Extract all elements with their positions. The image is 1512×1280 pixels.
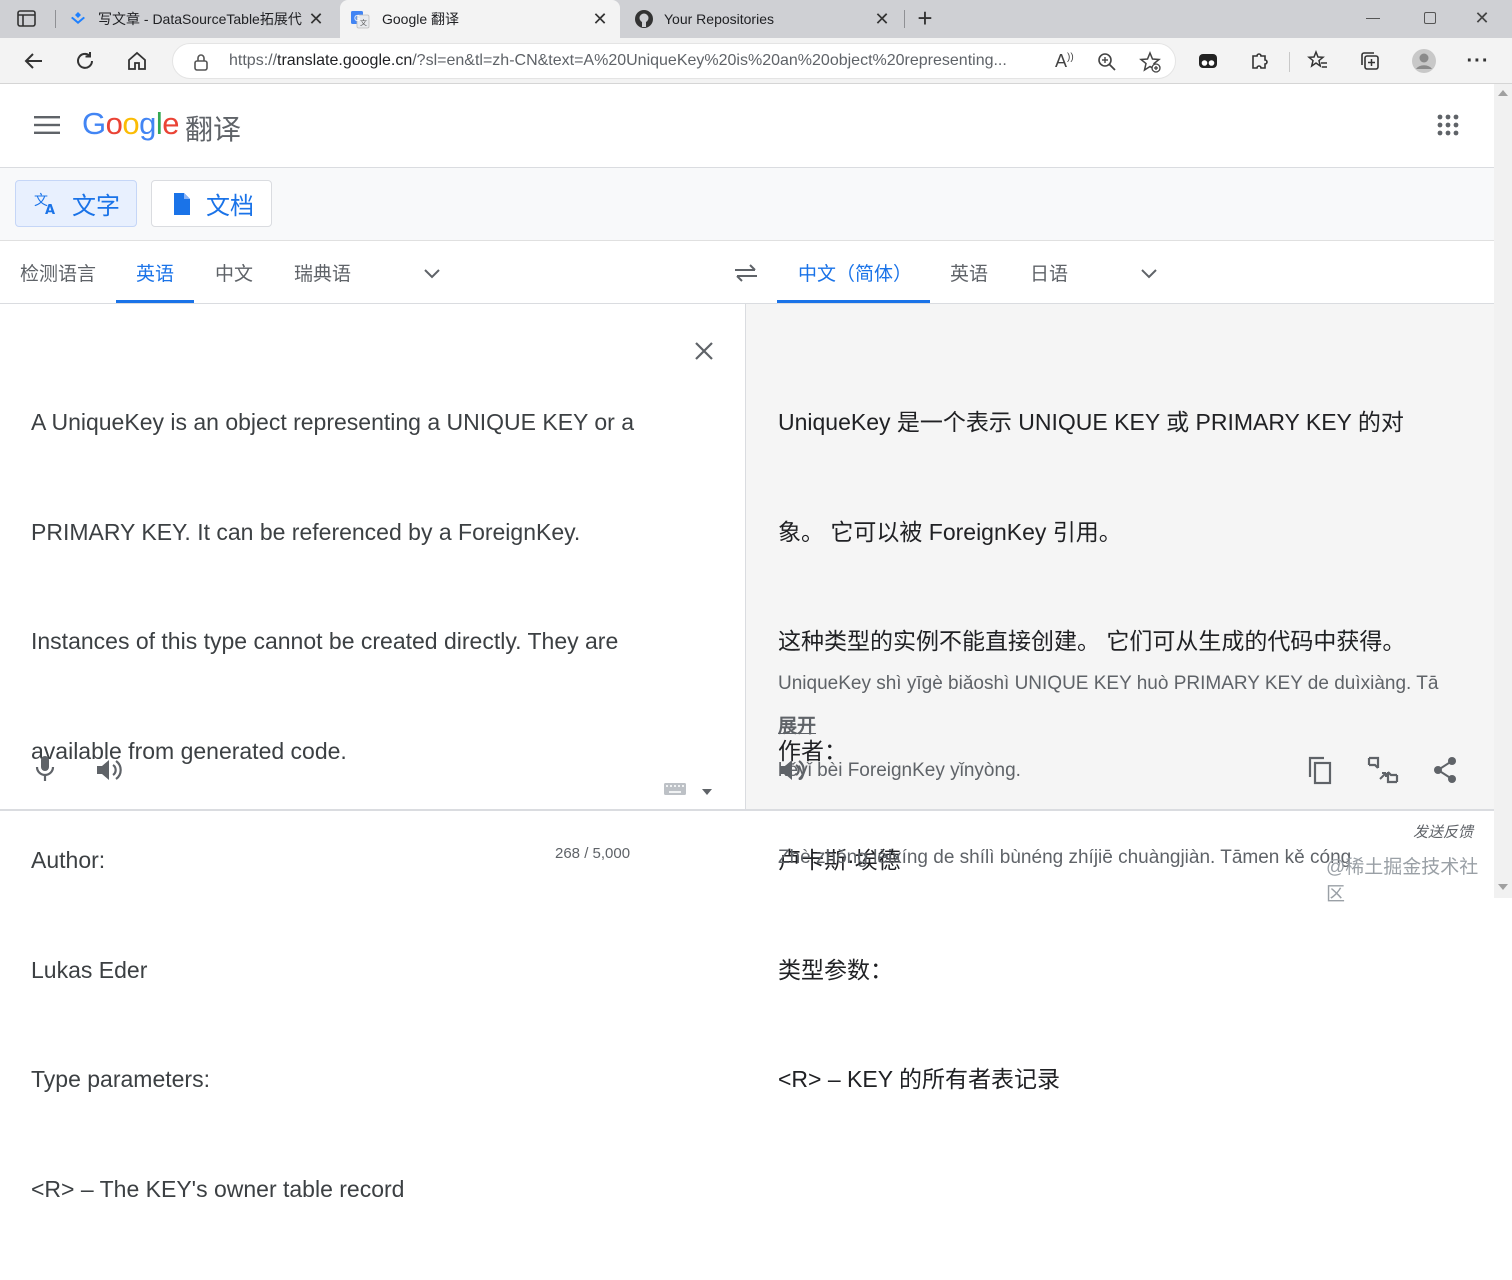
input-tools-dropdown-icon[interactable] [701,783,713,795]
browser-tab-strip: 写文章 - DataSourceTable拓展代 ✕ G文 Google 翻译 … [0,0,1512,38]
tab-title: Google 翻译 [382,11,460,27]
source-lang-swedish[interactable]: 瑞典语 [294,259,351,286]
browser-toolbar: https://translate.google.cn/?sl=en&tl=zh… [0,38,1512,84]
source-lang-indicator [116,300,194,303]
clear-text-icon[interactable] [693,340,715,362]
collections-icon[interactable] [1356,47,1384,75]
tab-google-translate[interactable]: G文 Google 翻译 ✕ [340,0,620,38]
tab-github[interactable]: Your Repositories ✕ [624,0,902,38]
translation-line: UniqueKey 是一个表示 UNIQUE KEY 或 PRIMARY KEY… [778,409,1404,435]
url-prefix: https:// [229,52,278,69]
scroll-up-arrow-icon[interactable] [1498,90,1508,96]
translation-pane: UniqueKey 是一个表示 UNIQUE KEY 或 PRIMARY KEY… [746,304,1494,1092]
apps-grid-icon[interactable] [1437,114,1459,136]
pane-divider [0,809,1494,811]
more-menu-icon[interactable]: ··· [1464,47,1492,75]
char-count: 268 / 5,000 [555,845,631,862]
extension-glasses-icon[interactable] [1194,47,1222,75]
zoom-icon[interactable] [1097,52,1117,72]
read-aloud-icon[interactable]: A)) [1055,51,1074,72]
source-line: Type parameters: [31,1066,210,1092]
tab-title: Your Repositories [664,11,774,27]
language-bar: 检测语言 英语 中文 瑞典语 中文（简体） 英语 日语 [0,241,1494,304]
svg-text:A: A [45,203,55,217]
close-icon[interactable]: ✕ [590,9,610,29]
target-lang-indicator [777,300,930,303]
send-feedback-link[interactable]: 发送反馈 [1413,821,1473,842]
source-line: Instances of this type cannot be created… [31,628,619,654]
google-logo[interactable]: Google [82,106,180,142]
document-icon [172,192,192,216]
favorites-icon[interactable] [1304,47,1332,75]
product-name: 翻译 [185,114,242,145]
document-mode-label: 文档 [206,193,254,220]
translation-line: 象。 它可以被 ForeignKey 引用。 [778,518,1122,545]
tab-juejin[interactable]: 写文章 - DataSourceTable拓展代 ✕ [58,0,336,38]
source-line: PRIMARY KEY. It can be referenced by a F… [31,518,581,545]
lock-icon[interactable] [193,53,209,71]
listen-translation-icon[interactable] [778,757,806,783]
target-lang-japanese[interactable]: 日语 [1030,259,1068,286]
back-arrow-icon[interactable] [19,47,47,75]
close-icon[interactable]: ✕ [306,9,326,29]
microphone-icon[interactable] [33,755,57,783]
copy-icon[interactable] [1307,755,1333,785]
source-lang-english[interactable]: 英语 [136,259,174,286]
profile-avatar[interactable] [1410,47,1438,75]
juejin-favicon-icon [68,9,88,29]
translation-line: <R> – KEY 的所有者表记录 [778,1066,1061,1092]
target-lang-dropdown-icon[interactable] [1139,263,1159,283]
refresh-icon[interactable] [71,47,99,75]
source-text-pane[interactable]: A UniqueKey is an object representing a … [0,304,746,1202]
romanization-line: kěyǐ bèi ForeignKey yǐnyòng. [778,760,1021,781]
tab-title: 写文章 - DataSourceTable拓展代 [98,11,302,27]
source-lang-dropdown-icon[interactable] [422,263,442,283]
target-lang-chinese-simplified[interactable]: 中文（简体） [798,259,912,286]
mode-selector-bar: 文A 文字 文档 [0,168,1494,241]
swap-languages-icon[interactable] [733,261,759,285]
restore-icon[interactable] [1424,12,1436,24]
source-lang-detect[interactable]: 检测语言 [20,259,96,286]
hamburger-menu-icon[interactable] [34,115,60,135]
expand-link[interactable]: 展开 [778,711,816,738]
listen-source-icon[interactable] [95,757,123,783]
home-icon[interactable] [123,47,151,75]
url-host: translate.google.cn [277,52,413,69]
new-tab-icon[interactable]: + [912,5,938,32]
svg-text:文: 文 [360,18,367,27]
app-header: Google 翻译 [0,84,1494,168]
minimize-icon[interactable] [1366,18,1380,19]
window-close-icon[interactable]: ✕ [1472,8,1492,28]
share-icon[interactable] [1432,756,1458,784]
page-scrollbar[interactable] [1494,84,1512,898]
romanization-line: UniqueKey shì yīgè biǎoshì UNIQUE KEY hu… [778,673,1439,694]
url-path: /?sl=en&tl=zh-CN&text=A%20UniqueKey%20is… [412,52,1007,69]
source-line: A UniqueKey is an object representing a … [31,409,635,435]
scroll-down-arrow-icon[interactable] [1498,884,1508,890]
translate-icon: 文A [34,191,60,218]
source-line: Author: [31,847,106,873]
document-mode-button[interactable]: 文档 [151,180,272,227]
address-bar[interactable]: https://translate.google.cn/?sl=en&tl=zh… [172,43,1176,79]
tab-actions-icon[interactable] [16,9,38,29]
extensions-puzzle-icon[interactable] [1246,47,1274,75]
target-lang-english[interactable]: 英语 [950,259,988,286]
translation-line: 类型参数： [778,956,893,983]
github-favicon-icon [634,9,654,29]
source-line: <R> – The KEY's owner table record [31,1175,405,1202]
source-lang-chinese[interactable]: 中文 [215,259,253,286]
source-textarea[interactable]: A UniqueKey is an object representing a … [31,331,634,1280]
text-mode-label: 文字 [72,193,120,220]
add-favorite-icon[interactable] [1139,51,1161,73]
keyboard-icon[interactable] [663,781,687,797]
source-line: Lukas Eder [31,956,148,983]
google-translate-favicon-icon: G文 [350,9,370,29]
translate-page: Google 翻译 文A 文字 文档 检测语言 英语 中文 瑞典语 中文（简体）… [0,84,1494,1202]
url-text[interactable]: https://translate.google.cn/?sl=en&tl=zh… [229,52,1039,70]
text-mode-button[interactable]: 文A 文字 [15,180,137,227]
close-icon[interactable]: ✕ [872,9,892,29]
rate-translation-icon[interactable] [1366,755,1400,785]
